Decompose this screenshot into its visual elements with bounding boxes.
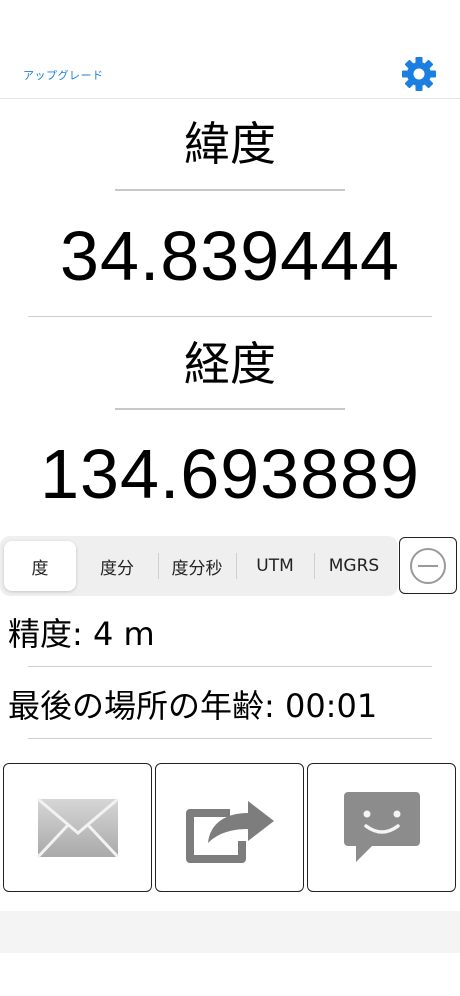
- share-button[interactable]: [155, 763, 304, 892]
- longitude-label-divider: [115, 408, 345, 410]
- age-divider: [28, 738, 432, 739]
- longitude-value: 134.693889: [40, 435, 420, 513]
- tab-utm[interactable]: UTM: [236, 541, 314, 591]
- minus-circle-icon: [410, 547, 446, 584]
- last-location-age-text: 最後の場所の年齢: 00:01: [8, 687, 378, 725]
- tab-degrees-minutes-seconds[interactable]: 度分秒: [158, 541, 236, 591]
- collapse-button[interactable]: [399, 537, 457, 594]
- share-icon: [185, 800, 274, 863]
- latitude-label: 緯度: [184, 117, 276, 171]
- longitude-label: 経度: [184, 337, 276, 391]
- gear-icon[interactable]: [400, 55, 438, 93]
- accuracy-divider: [28, 666, 432, 667]
- tab-degrees[interactable]: 度: [4, 541, 76, 591]
- upgrade-link[interactable]: アップグレード: [23, 67, 104, 83]
- accuracy-text: 精度: 4 m: [8, 615, 155, 653]
- message-icon: [343, 791, 420, 862]
- coordinate-format-tabs: 度 度分 度分秒 UTM MGRS: [0, 536, 398, 596]
- top-bar: アップグレード: [0, 0, 460, 99]
- envelope-icon: [36, 797, 119, 858]
- latitude-value: 34.839444: [60, 217, 400, 295]
- tab-degrees-minutes[interactable]: 度分: [76, 541, 158, 591]
- latitude-label-divider: [115, 189, 345, 191]
- bottom-bar: [0, 911, 460, 953]
- section-divider: [28, 316, 432, 317]
- email-button[interactable]: [3, 763, 152, 892]
- message-button[interactable]: [307, 763, 456, 892]
- tab-mgrs[interactable]: MGRS: [314, 541, 394, 591]
